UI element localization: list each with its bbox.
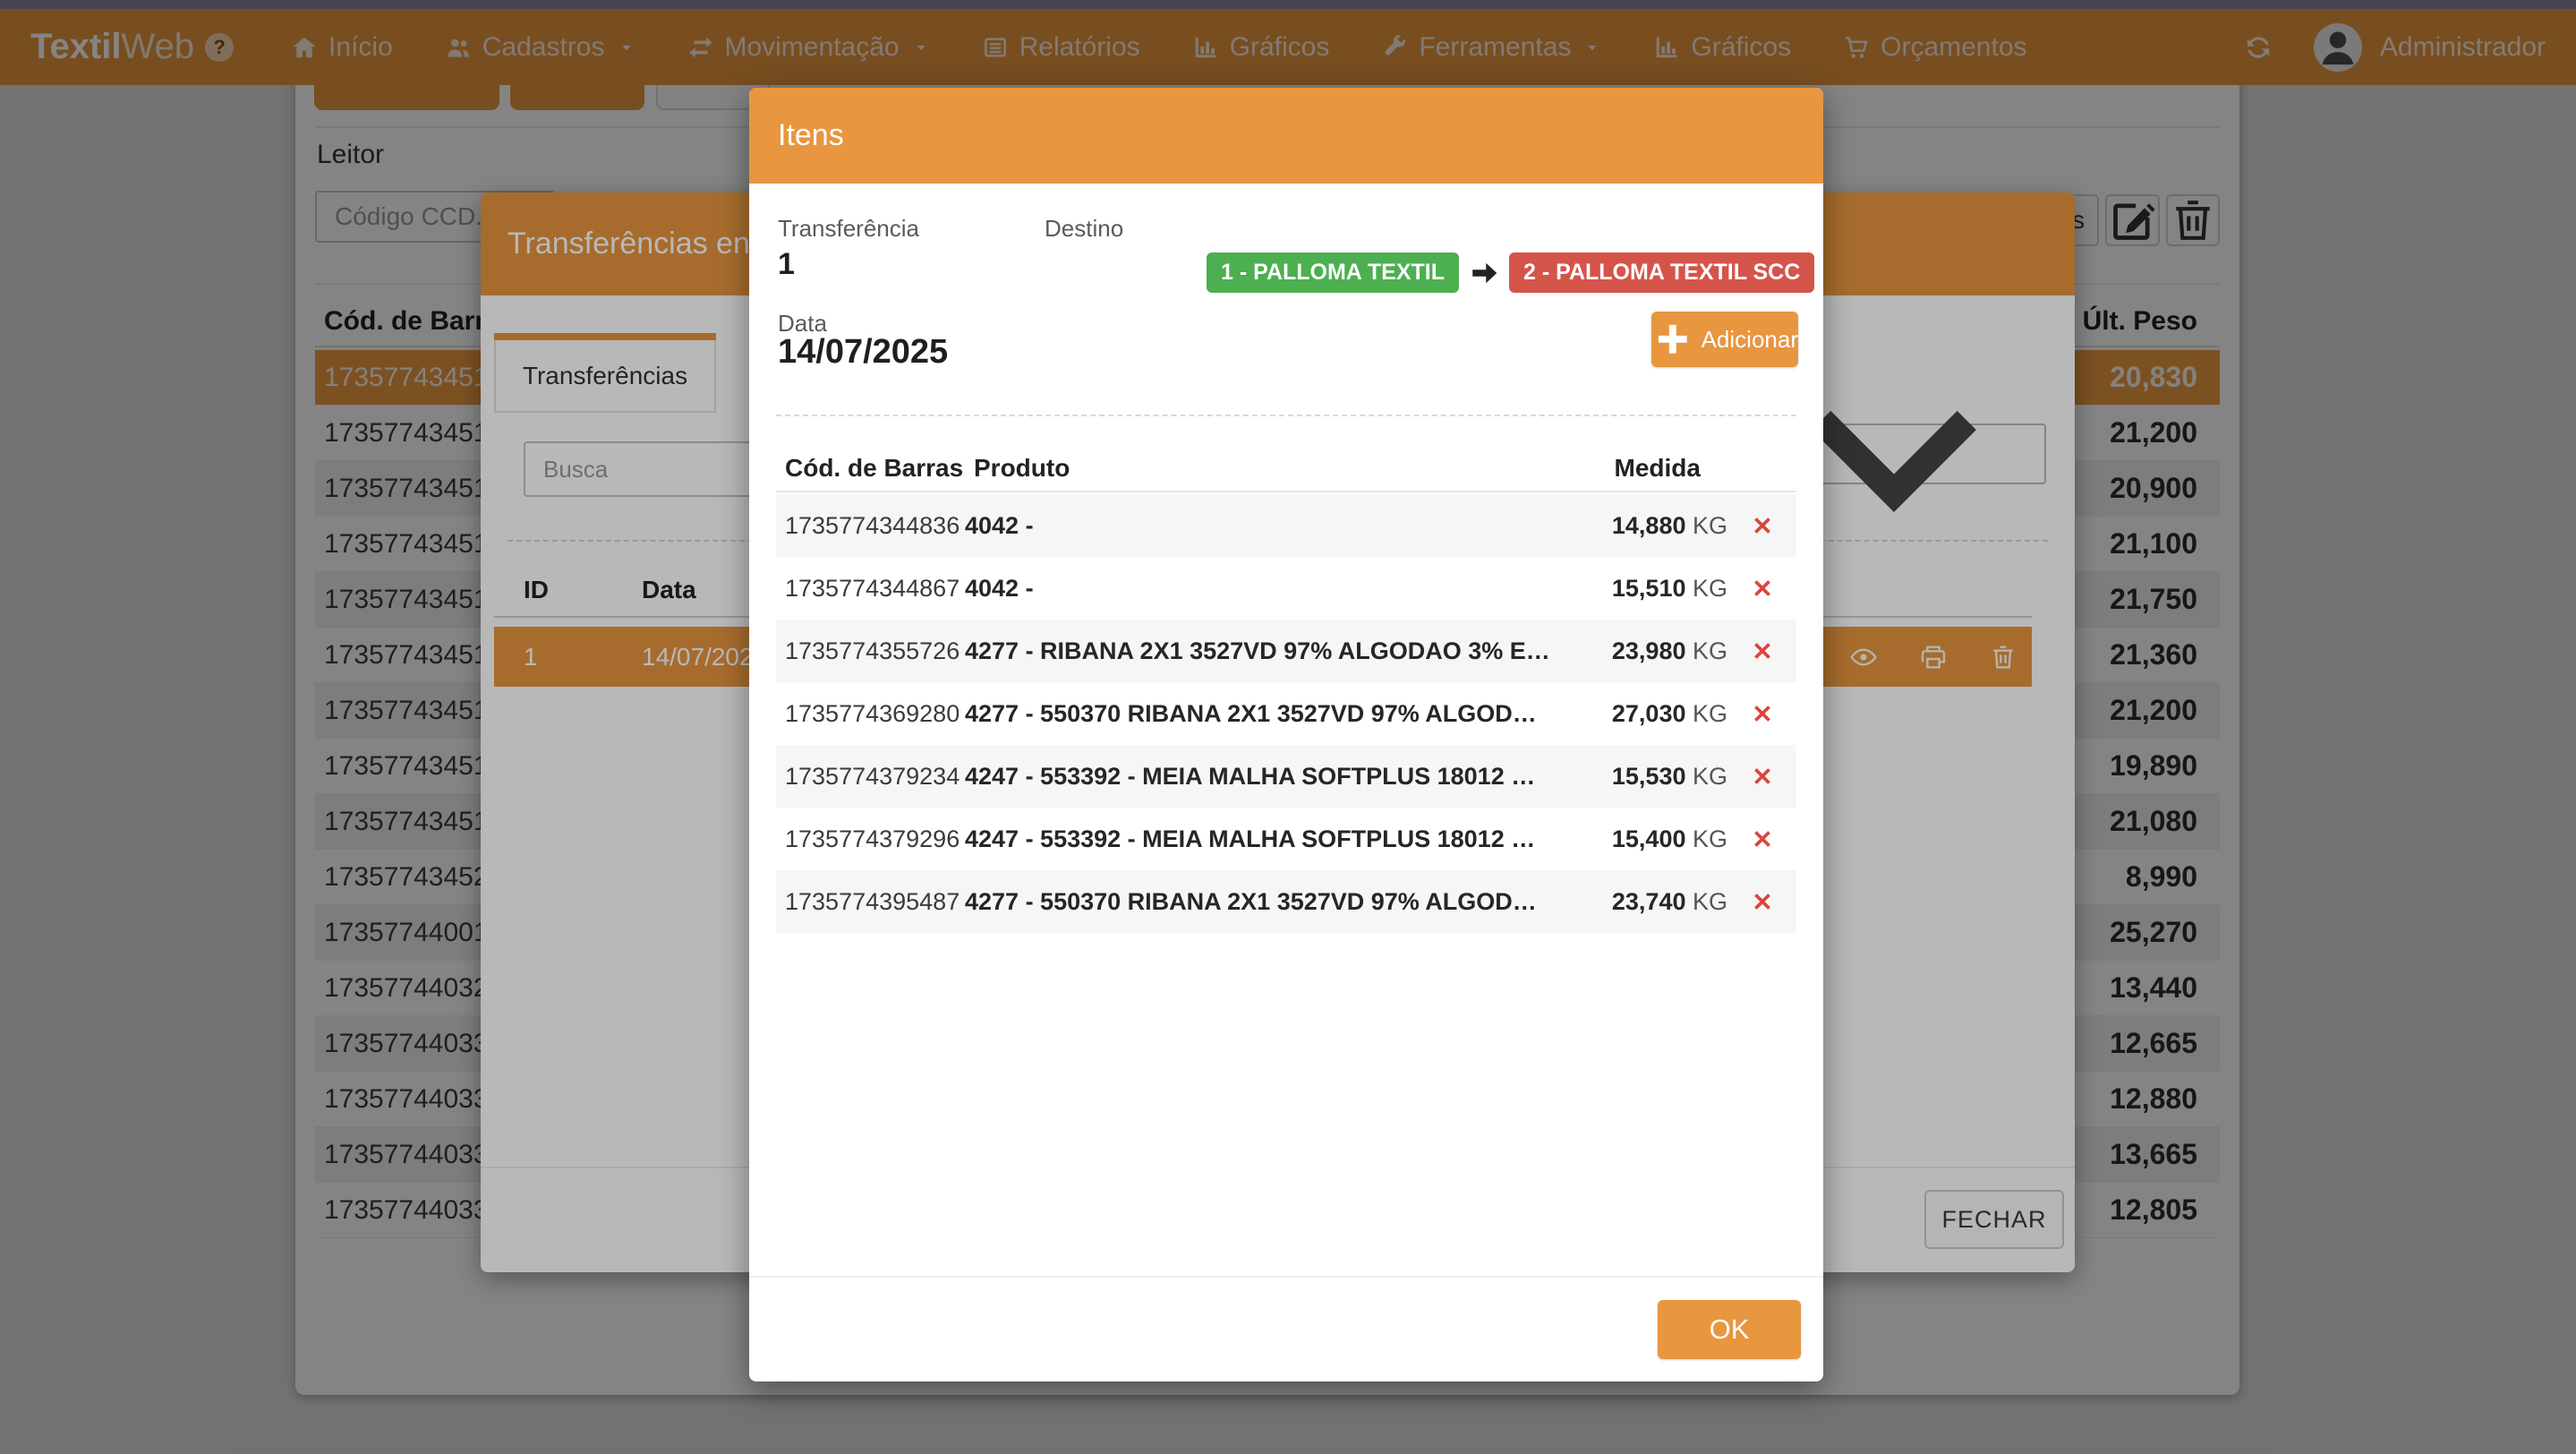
item-product: 4277 - RIBANA 2X1 3527VD 97% ALGODAO 3% … <box>965 637 1584 665</box>
item-barcode: 1735774369280 <box>776 700 965 728</box>
item-unit: KG <box>1685 512 1727 539</box>
item-measure: 27,030 KG <box>1584 700 1727 728</box>
remove-item-icon[interactable] <box>1751 765 1774 788</box>
item-measure: 15,530 KG <box>1584 763 1727 791</box>
transfer-label: Transferência <box>778 215 919 243</box>
item-product: 4042 - <box>965 575 1584 603</box>
remove-item-icon[interactable] <box>1751 514 1774 537</box>
modal-footer-divider <box>749 1276 1823 1278</box>
items-modal-header: Itens <box>749 88 1823 184</box>
item-unit: KG <box>1685 575 1727 602</box>
item-barcode: 1735774395487 <box>776 888 965 916</box>
divider <box>776 415 1796 416</box>
column-header-barcode: Cód. de Barras <box>785 454 963 483</box>
transfer-route: 1 - PALLOMA TEXTIL 2 - PALLOMA TEXTIL SC… <box>1207 252 1814 293</box>
origin-badge: 1 - PALLOMA TEXTIL <box>1207 252 1459 293</box>
item-product: 4277 - 550370 RIBANA 2X1 3527VD 97% ALGO… <box>965 700 1584 728</box>
item-product: 4277 - 550370 RIBANA 2X1 3527VD 97% ALGO… <box>965 888 1584 916</box>
item-barcode: 1735774344867 <box>776 575 965 603</box>
item-product: 4247 - 553392 - MEIA MALHA SOFTPLUS 1801… <box>965 825 1584 853</box>
remove-item-icon[interactable] <box>1751 890 1774 913</box>
remove-item-icon[interactable] <box>1751 827 1774 851</box>
table-header-divider <box>776 491 1796 492</box>
item-unit: KG <box>1685 825 1727 852</box>
item-barcode: 1735774379296 <box>776 825 965 853</box>
item-barcode: 1735774379234 <box>776 763 965 791</box>
item-unit: KG <box>1685 763 1727 790</box>
item-row: 17357743448364042 -14,880 KG <box>776 494 1796 557</box>
item-unit: KG <box>1685 637 1727 664</box>
item-row: 17357743954874277 - 550370 RIBANA 2X1 35… <box>776 870 1796 933</box>
items-modal: Itens Transferência Destino 1 1 - PALLOM… <box>749 88 1823 1381</box>
item-product: 4247 - 553392 - MEIA MALHA SOFTPLUS 1801… <box>965 763 1584 791</box>
add-item-button[interactable]: Adicionar <box>1651 312 1798 367</box>
items-table-body: 17357743448364042 -14,880 KG173577434486… <box>776 494 1796 933</box>
item-row: 17357743792964247 - 553392 - MEIA MALHA … <box>776 808 1796 870</box>
item-row: 17357743692804277 - 550370 RIBANA 2X1 35… <box>776 682 1796 745</box>
item-measure: 15,400 KG <box>1584 825 1727 853</box>
destino-label: Destino <box>1045 215 1123 243</box>
items-modal-title: Itens <box>778 118 844 153</box>
item-measure: 15,510 KG <box>1584 575 1727 603</box>
remove-item-icon[interactable] <box>1751 577 1774 600</box>
ok-button[interactable]: OK <box>1658 1300 1801 1359</box>
plus-icon <box>1651 318 1694 361</box>
item-measure: 14,880 KG <box>1584 512 1727 540</box>
remove-item-icon[interactable] <box>1751 639 1774 663</box>
item-row: 17357743792344247 - 553392 - MEIA MALHA … <box>776 745 1796 808</box>
item-product: 4042 - <box>965 512 1584 540</box>
destination-badge: 2 - PALLOMA TEXTIL SCC <box>1509 252 1814 293</box>
item-row: 17357743557264277 - RIBANA 2X1 3527VD 97… <box>776 620 1796 682</box>
transfer-value: 1 <box>778 247 795 282</box>
item-unit: KG <box>1685 700 1727 727</box>
item-barcode: 1735774355726 <box>776 637 965 665</box>
column-header-measure: Medida <box>1615 454 1701 483</box>
arrow-right-icon <box>1468 257 1500 289</box>
item-unit: KG <box>1685 888 1727 915</box>
data-value: 14/07/2025 <box>778 333 948 372</box>
column-header-product: Produto <box>974 454 1070 483</box>
item-barcode: 1735774344836 <box>776 512 965 540</box>
item-row: 17357743448674042 -15,510 KG <box>776 557 1796 620</box>
item-measure: 23,980 KG <box>1584 637 1727 665</box>
item-measure: 23,740 KG <box>1584 888 1727 916</box>
remove-item-icon[interactable] <box>1751 702 1774 725</box>
